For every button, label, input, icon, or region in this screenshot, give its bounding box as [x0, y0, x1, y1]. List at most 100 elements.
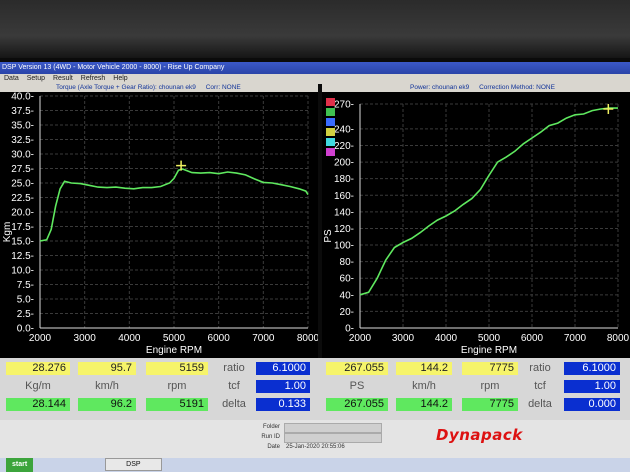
power-xtick-label: 7000 — [564, 333, 587, 344]
unit-ps: PS — [349, 380, 365, 392]
power-ytick-label: 40- — [340, 290, 354, 301]
torque-chart-panel: 0.0- 2.5- 5.0- 7.5- 10.0- 12.5- 15.0- 17.5- 20.0… — [0, 92, 318, 358]
unit-kmh-right: km/h — [412, 380, 436, 392]
power-xtick-label: 4000 — [435, 333, 458, 344]
speed-value-cursor-left: 95.7 — [78, 362, 136, 375]
folder-field[interactable] — [284, 423, 382, 433]
torque-ytick-label: 37.5- — [11, 106, 34, 117]
run-id-label: Run ID — [261, 434, 280, 440]
power-value-max: 267.055 — [326, 398, 388, 411]
power-panel-corr: Correction Method: NONE — [479, 84, 555, 91]
torque-ytick-label: 35.0- — [11, 121, 34, 132]
power-ytick-label: 120- — [334, 224, 354, 235]
unit-rpm-right: rpm — [480, 380, 500, 392]
power-ytick-label: 270- — [334, 100, 354, 111]
date-value: 25-Jan-2020 20:55:06 — [286, 444, 345, 450]
torque-xtick-label: 4000 — [118, 333, 141, 344]
menu-item-setup[interactable]: Setup — [27, 74, 45, 84]
legend-swatch-6[interactable] — [326, 148, 335, 156]
delta-value-right[interactable]: 0.000 — [564, 398, 620, 411]
torque-ytick-label: 12.5- — [11, 251, 34, 262]
power-ytick-label: 220- — [334, 141, 354, 152]
torque-xtick-label: 5000 — [163, 333, 186, 344]
power-panel-header: Power: chounan ek9 Correction Method: NO… — [322, 84, 630, 92]
rpm-value-max-left: 5191 — [146, 398, 208, 411]
power-value-cursor: 267.055 — [326, 362, 388, 375]
torque-ytick-label: 30.0- — [11, 150, 34, 161]
power-xtick-label: 2000 — [349, 333, 372, 344]
tcf-value-left[interactable]: 1.00 — [256, 380, 310, 393]
power-chart: 0-20-40-60-80-100-120-140-160-180-200-22… — [323, 100, 630, 357]
taskbar-item-dsp[interactable]: DSP — [105, 458, 162, 471]
legend-swatch-2[interactable] — [326, 108, 335, 116]
power-ytick-label: 60- — [340, 274, 354, 285]
power-ytick-label: 100- — [334, 241, 354, 252]
menu-item-data[interactable]: Data — [4, 74, 19, 84]
start-button[interactable]: start — [6, 458, 34, 472]
power-ylabel: PS — [323, 229, 334, 243]
tcf-label-left: tcf — [228, 380, 240, 392]
torque-ytick-label: 40.0- — [11, 92, 34, 103]
rpm-value-max-right: 7775 — [462, 398, 518, 411]
speed-value-max-right: 144.2 — [396, 398, 452, 411]
rpm-value-cursor-right: 7775 — [462, 362, 518, 375]
delta-value-left[interactable]: 0.133 — [256, 398, 310, 411]
speed-value-cursor-right: 144.2 — [396, 362, 452, 375]
unit-kgm: Kg/m — [25, 380, 51, 392]
date-label: Date — [267, 444, 280, 450]
taskbar: start DSP — [0, 458, 630, 472]
power-ytick-label: 80- — [340, 257, 354, 268]
torque-ytick-label: 20.0- — [11, 208, 34, 219]
torque-series-line — [39, 168, 309, 242]
torque-ylabel: Kgm — [2, 222, 13, 243]
torque-ytick-label: 15.0- — [11, 237, 34, 248]
legend-swatch-4[interactable] — [326, 128, 335, 136]
ratio-label-left: ratio — [223, 362, 245, 374]
power-xtick-label: 8000 — [607, 333, 630, 344]
torque-xtick-label: 2000 — [29, 333, 52, 344]
speed-value-max-left: 96.2 — [78, 398, 136, 411]
power-xtick-label: 3000 — [392, 333, 415, 344]
torque-value-cursor: 28.276 — [6, 362, 70, 375]
torque-xtick-label: 6000 — [208, 333, 231, 344]
ratio-label-right: ratio — [529, 362, 551, 374]
legend-swatch-5[interactable] — [326, 138, 335, 146]
legend-swatch-3[interactable] — [326, 118, 335, 126]
ratio-value-right[interactable]: 6.1000 — [564, 362, 620, 375]
power-panel-title: Power: chounan ek9 — [410, 84, 470, 91]
power-ytick-label: 140- — [334, 207, 354, 218]
menu-item-refresh[interactable]: Refresh — [81, 74, 106, 84]
torque-chart: 0.0-2.5-5.0-7.5-10.0-12.5-15.0-17.5-20.0… — [2, 92, 318, 356]
ratio-value-left[interactable]: 6.1000 — [256, 362, 310, 375]
background-wall — [0, 0, 630, 60]
delta-label-left: delta — [222, 398, 246, 410]
torque-ytick-label: 5.0- — [17, 295, 34, 306]
torque-value-max: 28.144 — [6, 398, 70, 411]
window-title: DSP Version 13 (4WD - Motor Vehicle 2000… — [2, 64, 225, 71]
menu-item-help[interactable]: Help — [113, 74, 127, 84]
torque-ytick-label: 17.5- — [11, 222, 34, 233]
torque-ytick-label: 25.0- — [11, 179, 34, 190]
torque-ytick-label: 10.0- — [11, 266, 34, 277]
legend-swatch-1[interactable] — [326, 98, 335, 106]
torque-ytick-label: 22.5- — [11, 193, 34, 204]
dynapack-logo: Dynapack — [436, 426, 523, 444]
torque-panel-title: Torque (Axle Torque + Gear Ratio): choun… — [56, 84, 196, 91]
torque-xtick-label: 3000 — [74, 333, 97, 344]
folder-label: Folder — [262, 424, 280, 430]
power-ytick-label: 240- — [334, 124, 354, 135]
power-xtick-label: 6000 — [521, 333, 544, 344]
power-ytick-label: 180- — [334, 174, 354, 185]
torque-ytick-label: 7.5- — [17, 280, 34, 291]
torque-xtick-label: 8000 — [297, 333, 318, 344]
power-xtick-label: 5000 — [478, 333, 501, 344]
menu-bar: Data Setup Result Refresh Help — [0, 74, 630, 84]
rpm-value-cursor-left: 5159 — [146, 362, 208, 375]
tcf-value-right[interactable]: 1.00 — [564, 380, 620, 393]
torque-panel-corr: Corr: NONE — [205, 84, 241, 91]
menu-item-result[interactable]: Result — [53, 74, 73, 84]
run-id-field[interactable] — [284, 433, 382, 443]
power-xlabel: Engine RPM — [461, 345, 517, 356]
window-titlebar[interactable]: DSP Version 13 (4WD - Motor Vehicle 2000… — [0, 62, 630, 74]
delta-label-right: delta — [528, 398, 552, 410]
